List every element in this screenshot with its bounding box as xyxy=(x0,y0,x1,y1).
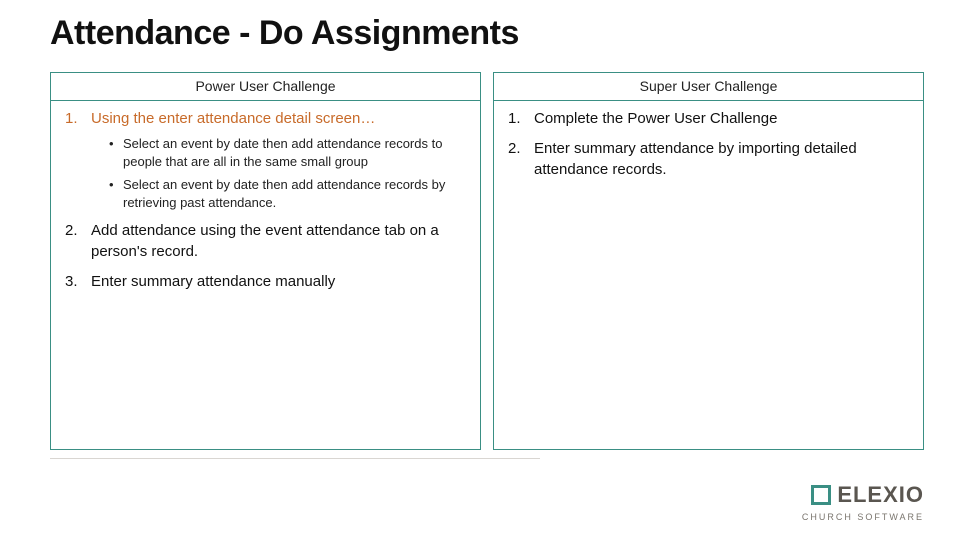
list-item-text: Enter summary attendance manually xyxy=(91,273,335,290)
sub-list-item: Select an event by date then add attenda… xyxy=(109,176,466,211)
page-title: Attendance - Do Assignments xyxy=(50,14,519,53)
list-item-text: Enter summary attendance by importing de… xyxy=(534,140,857,177)
logo-mark: ELEXIO xyxy=(811,482,924,508)
list-item: Complete the Power User Challenge xyxy=(508,109,909,129)
slide: Attendance - Do Assignments Power User C… xyxy=(0,0,960,540)
list-item-text: Using the enter attendance detail screen… xyxy=(91,110,375,127)
list-item-text: Complete the Power User Challenge xyxy=(534,110,777,127)
sub-list-item: Select an event by date then add attenda… xyxy=(109,135,466,170)
sub-list: Select an event by date then add attenda… xyxy=(109,135,466,211)
super-user-body: Complete the Power User Challenge Enter … xyxy=(494,101,923,449)
list-item: Add attendance using the event attendanc… xyxy=(65,221,466,262)
logo: ELEXIO CHURCH SOFTWARE xyxy=(802,482,924,522)
power-user-column: Power User Challenge Using the enter att… xyxy=(50,72,481,450)
list-item: Using the enter attendance detail screen… xyxy=(65,109,466,211)
logo-type: ELEXIO xyxy=(837,482,924,508)
list-item-text: Add attendance using the event attendanc… xyxy=(91,222,439,259)
logo-square-icon xyxy=(811,485,831,505)
power-user-heading: Power User Challenge xyxy=(51,73,480,101)
list-item: Enter summary attendance manually xyxy=(65,272,466,292)
super-user-list: Complete the Power User Challenge Enter … xyxy=(508,109,909,180)
super-user-column: Super User Challenge Complete the Power … xyxy=(493,72,924,450)
power-user-body: Using the enter attendance detail screen… xyxy=(51,101,480,449)
list-item: Enter summary attendance by importing de… xyxy=(508,139,909,180)
logo-subtitle: CHURCH SOFTWARE xyxy=(802,512,924,522)
divider xyxy=(50,458,540,459)
super-user-heading: Super User Challenge xyxy=(494,73,923,101)
columns: Power User Challenge Using the enter att… xyxy=(50,72,924,450)
power-user-list: Using the enter attendance detail screen… xyxy=(65,109,466,292)
